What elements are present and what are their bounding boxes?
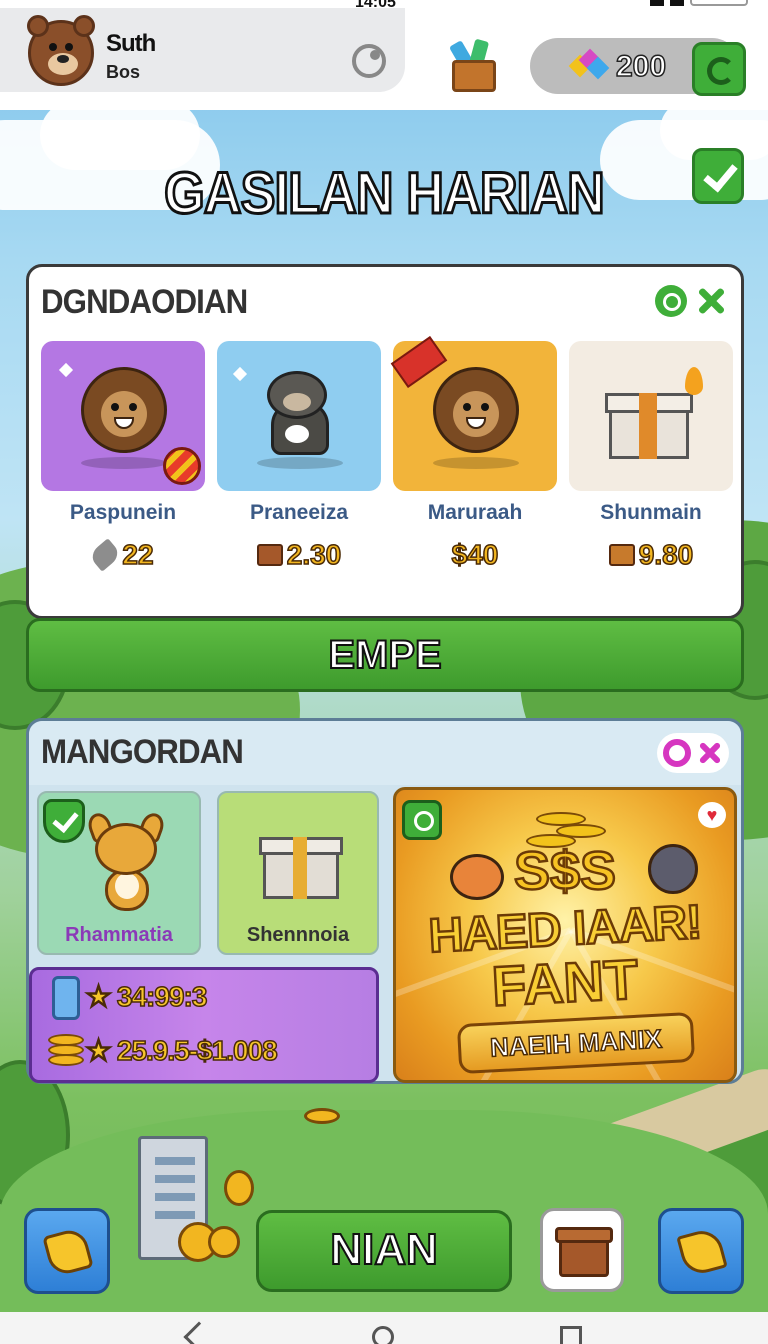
- item-name: Paspunein: [69, 501, 177, 524]
- item-price: 9.80: [569, 538, 733, 571]
- promo-headline: S$S: [513, 840, 618, 903]
- panel-controls: [657, 733, 729, 773]
- trophy-icon: [42, 1226, 94, 1278]
- offer-card-name: Shennnoia: [246, 924, 350, 946]
- close-icon[interactable]: [695, 285, 727, 317]
- gift-icon: [608, 544, 635, 566]
- refresh-button[interactable]: [692, 42, 746, 96]
- promo-banner[interactable]: ♥ S$S HAED IAAR! FANT NAEIH MANIX: [393, 787, 737, 1083]
- offer-panel-title: MANGORDAN: [41, 733, 244, 771]
- offer-stats: ★ 34:99:3 ★ 25.9.5-$1.008: [29, 967, 379, 1083]
- main-action-button[interactable]: NIAN: [256, 1210, 512, 1292]
- confirm-button[interactable]: [692, 148, 744, 204]
- treasure-chest-icon: [559, 1237, 609, 1277]
- stat-range: ★ 25.9.5-$1.008: [85, 1034, 278, 1067]
- item-art: [569, 341, 733, 491]
- stat-timer: ★ 34:99:3: [85, 980, 208, 1013]
- close-icon[interactable]: [697, 740, 723, 766]
- potion-icon: [52, 976, 80, 1020]
- recents-icon[interactable]: [560, 1326, 582, 1344]
- gift-box-icon: [605, 367, 703, 459]
- gem-counter: 200: [530, 38, 746, 96]
- striped-badge-icon: [163, 447, 201, 485]
- record-icon[interactable]: [663, 739, 691, 767]
- item-art: [217, 341, 381, 491]
- star-icon: [676, 1226, 728, 1278]
- offer-panel: MANGORDAN Rhammatia Shennnoia ★ 34:99:3 …: [26, 718, 744, 1084]
- daily-panel-title: DGNDAODIAN: [41, 283, 248, 321]
- avatar[interactable]: [27, 15, 95, 86]
- chest-button[interactable]: [540, 1208, 624, 1292]
- item-name: Shunmain: [600, 501, 702, 524]
- heart-icon[interactable]: ♥: [698, 802, 726, 828]
- chat-icon[interactable]: [655, 285, 687, 317]
- offer-panel-header: MANGORDAN: [29, 721, 741, 785]
- status-icons: [650, 0, 748, 6]
- offer-card-name: Rhammatia: [65, 924, 173, 946]
- offer-card-1[interactable]: Rhammatia: [37, 791, 201, 955]
- system-nav-bar: [0, 1312, 768, 1344]
- item-price: 22: [41, 538, 205, 572]
- bear-cub-icon: [263, 371, 335, 457]
- top-bar: Suth Bos 200: [0, 8, 768, 110]
- item-art: [390, 335, 557, 491]
- chest-icon: [256, 544, 283, 566]
- daily-shop-panel: DGNDAODIAN Paspunein 22 Praneeiza 2.30 M…: [26, 264, 744, 619]
- sync-icon[interactable]: [352, 44, 386, 78]
- leaderboard-button[interactable]: [24, 1208, 110, 1294]
- coin-stack-icon: [48, 1034, 84, 1074]
- gems-icon: [568, 48, 610, 80]
- item-name: Praneeiza: [249, 501, 349, 524]
- wifi-icon: [670, 0, 684, 6]
- lion-bear-icon: [81, 367, 167, 459]
- gem-basket-icon[interactable]: [448, 38, 500, 92]
- claim-button[interactable]: EMPE: [26, 618, 744, 692]
- signal-icon: [650, 0, 664, 6]
- battery-icon: [690, 0, 748, 6]
- back-icon[interactable]: [183, 1321, 215, 1344]
- timer-icon: [402, 800, 442, 840]
- home-icon[interactable]: [372, 1326, 394, 1344]
- item-price: $40: [451, 538, 499, 571]
- profile-panel[interactable]: Suth Bos: [0, 8, 405, 92]
- player-name: Suth: [106, 30, 156, 57]
- favorites-button[interactable]: [658, 1208, 744, 1294]
- promo-button[interactable]: NAEIH MANIX: [456, 1011, 696, 1075]
- verified-shield-icon: [43, 799, 85, 843]
- item-art: [41, 341, 205, 491]
- offer-card-2[interactable]: Shennnoia: [217, 791, 379, 955]
- gem-count: 200: [615, 49, 667, 84]
- coin-icon: [208, 1226, 240, 1258]
- feather-icon: [88, 538, 123, 572]
- fox-pet-icon: [84, 810, 168, 913]
- player-rank: Bos: [106, 62, 141, 82]
- item-price: 2.30: [217, 538, 381, 571]
- gift-box-icon: [259, 827, 343, 899]
- page-title: GASILAN HARIAN: [163, 160, 606, 228]
- coin-icon: [224, 1170, 254, 1206]
- lion-bear-icon: [433, 367, 519, 459]
- item-name: Maruraah: [427, 501, 523, 524]
